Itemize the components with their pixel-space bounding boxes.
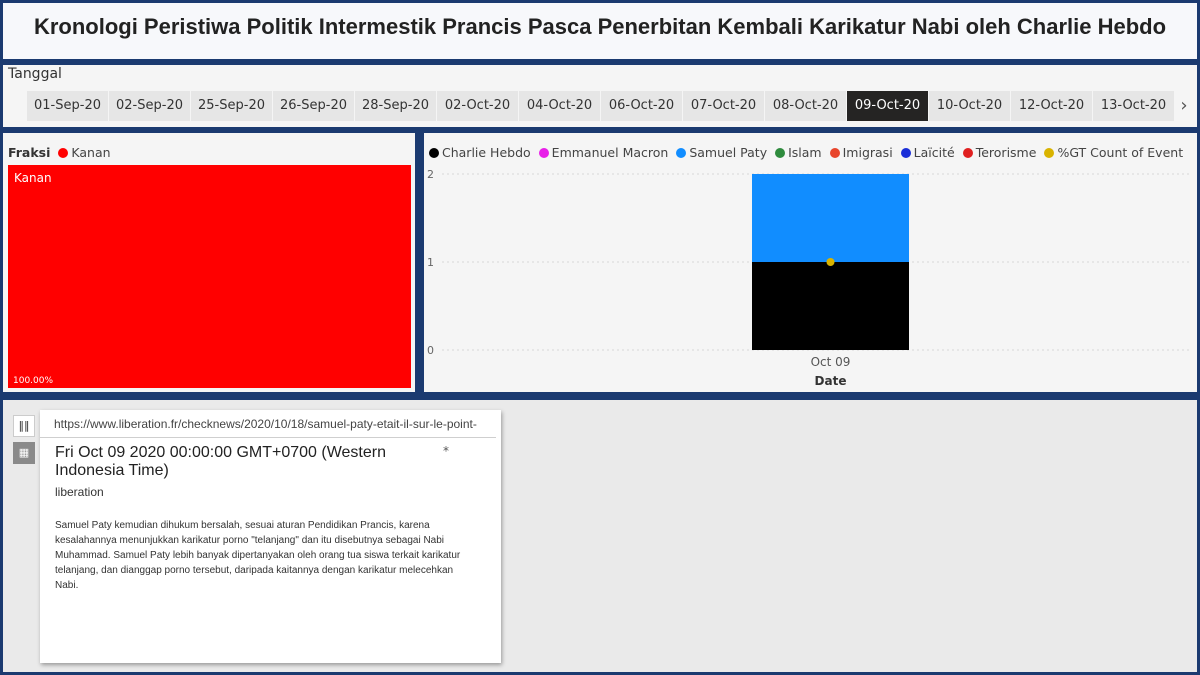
bar-segment[interactable] xyxy=(752,262,909,350)
legend-item-label: Kanan xyxy=(71,145,111,160)
line-point[interactable] xyxy=(826,258,835,266)
grid-view-icon[interactable]: ▦ xyxy=(13,442,35,464)
list-view-icon[interactable]: ‖‖ xyxy=(13,415,35,437)
card-date: Fri Oct 09 2020 00:00:00 GMT+0700 (Weste… xyxy=(55,444,386,479)
slicer-label: Tanggal xyxy=(8,66,62,82)
event-card[interactable]: https://www.liberation.fr/checknews/2020… xyxy=(40,410,501,663)
treemap-legend: Fraksi Kanan xyxy=(8,145,115,160)
date-tile[interactable]: 06-Oct-20 xyxy=(601,91,682,121)
date-tile[interactable]: 28-Sep-20 xyxy=(355,91,436,121)
treemap-percent-label: 100.00% xyxy=(13,376,54,386)
date-tile[interactable]: 08-Oct-20 xyxy=(765,91,846,121)
legend-item-kanan[interactable]: Kanan xyxy=(58,145,111,160)
legend-dot xyxy=(58,147,69,158)
card-source: liberation xyxy=(55,485,104,499)
date-tile[interactable]: 25-Sep-20 xyxy=(191,91,272,121)
treemap-legend-title: Fraksi xyxy=(8,145,51,160)
date-tile[interactable]: 04-Oct-20 xyxy=(519,91,600,121)
date-tile[interactable]: 13-Oct-20 xyxy=(1093,91,1174,121)
y-tick-label: 2 xyxy=(427,168,434,181)
y-tick-label: 1 xyxy=(427,256,434,269)
bar-segment[interactable] xyxy=(752,174,909,262)
date-tile[interactable]: 07-Oct-20 xyxy=(683,91,764,121)
bar-chart-svg: 0 1 2 Oct 09 Date xyxy=(427,168,1189,388)
date-tile[interactable]: 09-Oct-20 xyxy=(847,91,928,121)
y-tick-label: 0 xyxy=(427,344,434,357)
slicer-tiles: 01-Sep-20 02-Sep-20 25-Sep-20 26-Sep-20 28-S… xyxy=(27,91,1174,121)
date-tile[interactable]: 02-Sep-20 xyxy=(109,91,190,121)
x-axis-label: Date xyxy=(815,374,847,388)
bar-chart-visual: Charlie Hebdo Emmanuel Macron Samuel Paty I… xyxy=(424,133,1197,392)
treemap-visual: Fraksi Kanan Kanan 100.00% xyxy=(3,133,415,392)
title-panel: Kronologi Peristiwa Politik Intermestik … xyxy=(3,3,1197,59)
date-tile[interactable]: 01-Sep-20 xyxy=(27,91,108,121)
date-tile[interactable]: 10-Oct-20 xyxy=(929,91,1010,121)
card-url[interactable]: https://www.liberation.fr/checknews/2020… xyxy=(40,410,496,438)
date-tile[interactable]: 26-Sep-20 xyxy=(273,91,354,121)
x-tick-label: Oct 09 xyxy=(811,355,851,369)
date-slicer: Tanggal 01-Sep-20 02-Sep-20 25-Sep-20 26-Se… xyxy=(3,65,1197,127)
card-body: Samuel Paty kemudian dihukum bersalah, s… xyxy=(55,520,461,591)
treemap-category-label: Kanan xyxy=(14,171,52,185)
timeline-area: ‖‖ ▦ https://www.liberation.fr/checknews… xyxy=(3,400,1197,672)
treemap-tile-kanan[interactable]: Kanan 100.00% xyxy=(8,165,411,388)
date-tile[interactable]: 02-Oct-20 xyxy=(437,91,518,121)
page-title: Kronologi Peristiwa Politik Intermestik … xyxy=(33,14,1167,39)
date-tile[interactable]: 12-Oct-20 xyxy=(1011,91,1092,121)
pin-icon[interactable]: * xyxy=(443,444,449,458)
chevron-right-icon[interactable]: › xyxy=(1177,93,1191,119)
